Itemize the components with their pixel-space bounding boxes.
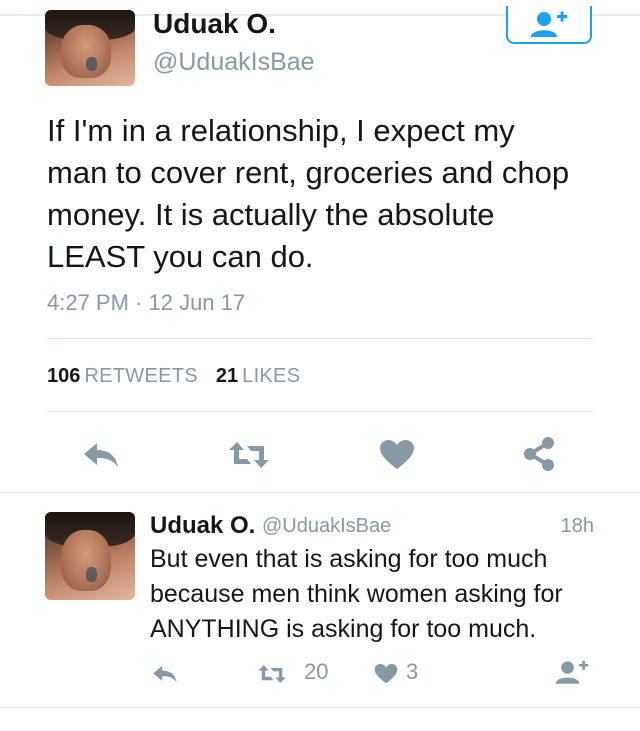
reply-author-avatar[interactable]	[45, 512, 135, 600]
reply-follow-button[interactable]	[552, 656, 592, 688]
reply-retweet-count: 20	[304, 659, 329, 684]
divider	[0, 492, 640, 493]
reply-author-handle[interactable]: @UduakIsBae	[262, 515, 391, 538]
tweet-stats: 106 RETWEETS 21 LIKES	[47, 365, 300, 388]
like-button[interactable]	[374, 437, 420, 473]
tweet-text-line: If I'm in a relationship, I expect my	[47, 113, 515, 148]
author-avatar[interactable]	[45, 10, 135, 86]
tweet-text: If I'm in a relationship, I expect my ma…	[47, 110, 617, 278]
heart-icon	[380, 440, 414, 469]
tweet-text-line: money. It is actually the absolute	[47, 197, 495, 232]
divider	[47, 338, 593, 339]
avatar-detail	[86, 566, 98, 583]
reply-text: But even that is asking for too much bec…	[150, 542, 610, 647]
likes-label[interactable]: LIKES	[242, 365, 300, 387]
retweet-icon	[258, 665, 286, 683]
divider	[47, 411, 593, 412]
author-name[interactable]: Uduak O.	[153, 8, 276, 40]
tweet-text-line: LEAST you can do.	[47, 239, 314, 274]
reply-like-count: 3	[406, 659, 419, 684]
reply-icon	[153, 665, 177, 683]
reply-text-line: ANYTHING is asking for too much.	[150, 615, 537, 643]
tweet-text-line: man to cover rent, groceries and chop	[47, 155, 570, 190]
reply-text-line: because men think women asking for	[150, 580, 563, 608]
tweet-timestamp[interactable]: 4:27 PM · 12 Jun 17	[47, 290, 245, 316]
retweet-icon	[229, 442, 269, 468]
retweet-button[interactable]	[226, 437, 272, 473]
follow-user-icon	[555, 660, 589, 684]
reply-text-line: But even that is asking for too much	[150, 545, 548, 573]
divider	[0, 707, 640, 708]
author-handle[interactable]: @UduakIsBae	[153, 48, 315, 77]
reply-button[interactable]	[78, 437, 124, 473]
follow-user-icon	[531, 11, 567, 37]
follow-button[interactable]	[506, 6, 592, 44]
reply-like-button[interactable]	[372, 660, 400, 688]
retweets-count[interactable]: 106	[47, 365, 80, 387]
reply-retweet-button[interactable]	[254, 660, 290, 688]
reply-author-name[interactable]: Uduak O.	[150, 512, 255, 540]
share-button[interactable]	[516, 435, 562, 473]
reply-icon	[84, 443, 118, 467]
likes-count[interactable]: 21	[216, 365, 238, 387]
share-icon	[524, 437, 554, 471]
avatar-figure	[61, 529, 111, 592]
avatar-detail	[86, 57, 98, 71]
reply-time[interactable]: 18h	[561, 515, 594, 538]
heart-icon	[374, 664, 398, 684]
retweets-label[interactable]: RETWEETS	[84, 365, 198, 387]
reply-reply-button[interactable]	[148, 660, 182, 688]
avatar-figure	[61, 25, 111, 79]
